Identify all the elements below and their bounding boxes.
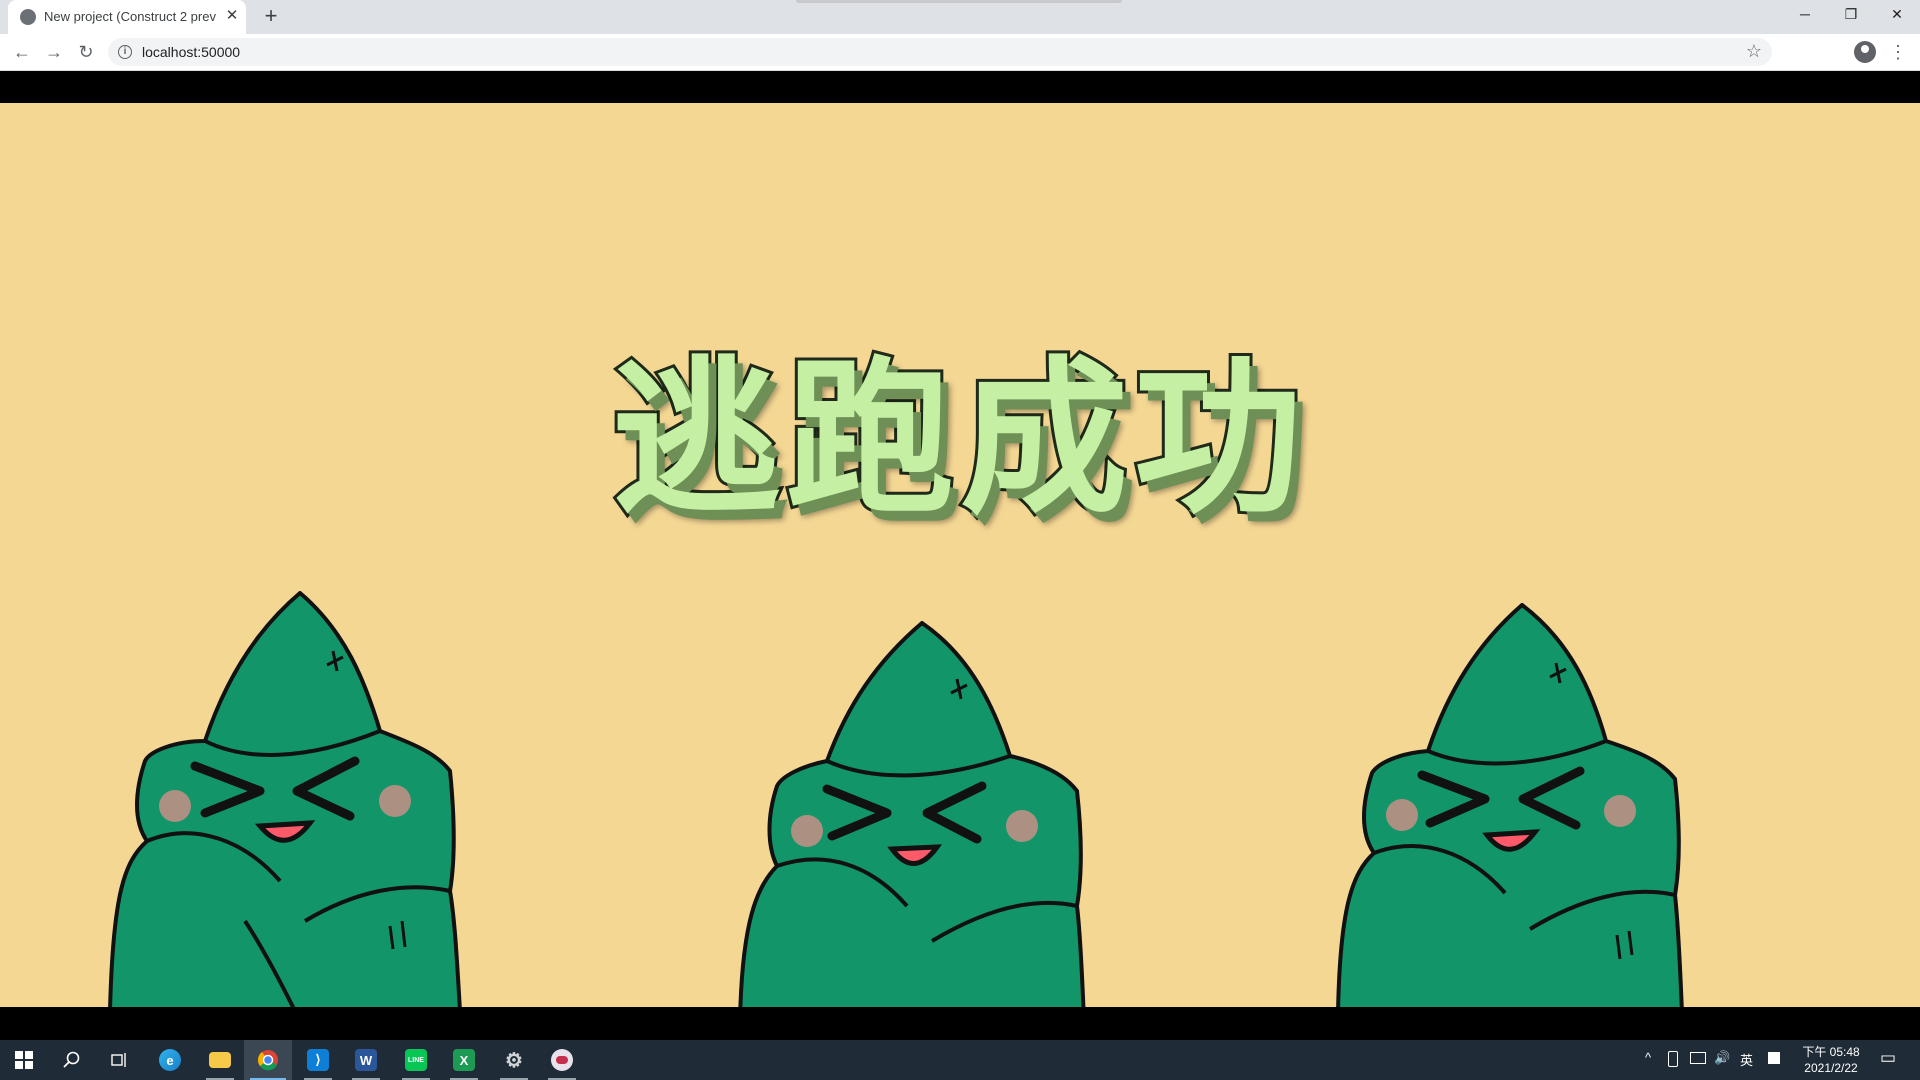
construct-favicon-icon [20,9,36,25]
clock-date: 2021/2/22 [1804,1061,1858,1075]
game-canvas[interactable]: 逃跑成功 [0,103,1920,1007]
tab-strip-notch [796,0,1122,3]
new-tab-button[interactable]: + [258,4,284,30]
search-icon[interactable] [48,1040,96,1080]
profile-avatar-icon[interactable] [1854,41,1876,63]
bamboo-shoot-character [738,621,1086,1007]
ime-indicator[interactable]: 英 [1740,1050,1753,1069]
browser-menu-icon[interactable]: ⋮ [1888,38,1908,66]
site-info-icon[interactable]: i [118,45,132,59]
reload-button[interactable]: ↻ [72,38,100,66]
excel-icon[interactable]: X [440,1040,488,1080]
tab-strip: New project (Construct 2 preview) ✕ + ─ … [0,0,1920,34]
minimize-button[interactable]: ─ [1782,0,1828,30]
construct-icon[interactable] [538,1040,586,1080]
chrome-icon[interactable] [244,1040,292,1080]
restore-button[interactable]: ❐ [1828,0,1874,30]
game-headline: 逃跑成功 [0,303,1920,546]
edge-icon[interactable]: e [146,1040,194,1080]
forward-button[interactable]: → [40,38,68,66]
bamboo-shoot-character [108,591,462,1007]
ime-mode-icon[interactable] [1768,1052,1780,1064]
settings-icon[interactable]: ⚙ [490,1040,538,1080]
page-viewport: 逃跑成功 [0,71,1920,1040]
tray-overflow-chevron-icon[interactable]: ^ [1645,1050,1651,1065]
bamboo-shoot-character [1336,603,1684,1007]
back-button[interactable]: ← [8,38,36,66]
usb-icon[interactable] [1668,1051,1678,1067]
close-window-button[interactable]: ✕ [1874,0,1920,30]
bookmark-star-icon[interactable]: ☆ [1746,41,1762,62]
url-text[interactable]: localhost:50000 [142,44,240,60]
system-clock[interactable]: 下午 05:48 2021/2/22 [1786,1044,1876,1076]
vscode-icon[interactable]: ⟩ [294,1040,342,1080]
notification-center-icon[interactable]: ▭ [1880,1048,1896,1068]
clock-time: 下午 05:48 [1802,1045,1860,1059]
file-explorer-icon[interactable] [196,1040,244,1080]
browser-tab[interactable]: New project (Construct 2 preview) ✕ [8,0,246,34]
browser-toolbar: ← → ↻ i localhost:50000 ☆ [0,34,1920,71]
word-icon[interactable]: W [342,1040,390,1080]
line-icon[interactable]: LINE [392,1040,440,1080]
task-view-icon[interactable] [96,1040,144,1080]
network-icon[interactable] [1690,1052,1706,1064]
windows-start-icon[interactable] [0,1040,48,1080]
headline-text: 逃跑成功 [609,338,1308,540]
address-bar[interactable]: i localhost:50000 ☆ [108,38,1772,66]
windows-taskbar: e ⟩ W LINE X ⚙ ^ 🔊 英 下午 05:48 2021/2/22 … [0,1040,1920,1080]
tab-close-icon[interactable]: ✕ [222,6,242,26]
volume-icon[interactable]: 🔊 [1714,1050,1730,1066]
tab-title: New project (Construct 2 preview) [44,9,216,24]
